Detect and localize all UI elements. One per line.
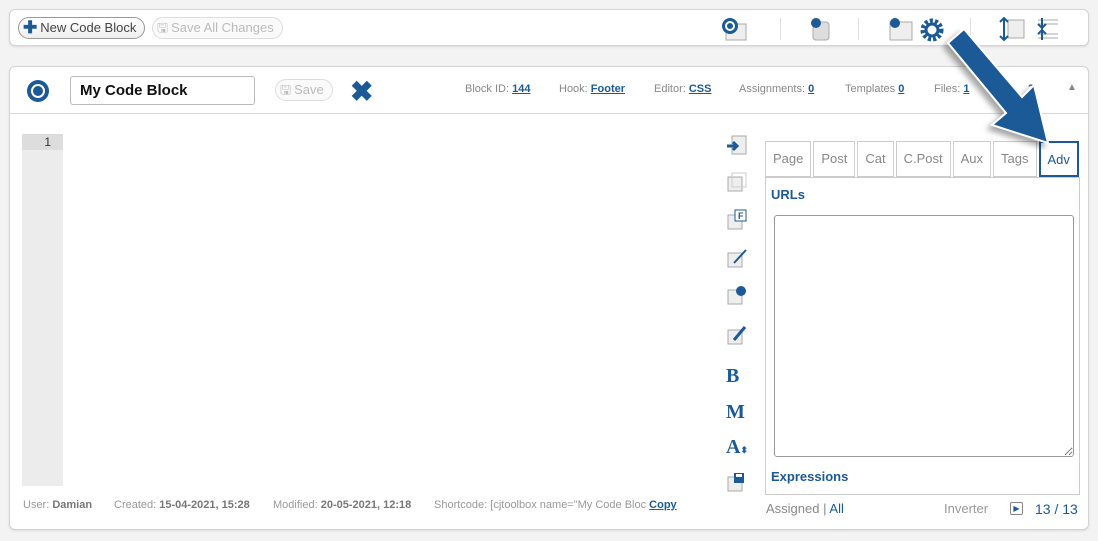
meta-block-id: Block ID: 144 [465,83,531,95]
meta-editor: Editor: CSS [654,83,712,95]
code-block-panel: 🖫Save ✖ Block ID: 144 Hook: Footer Edito… [9,66,1089,530]
svg-text:F: F [738,211,744,221]
tab-page[interactable]: Page [765,141,812,177]
copy-shortcode-link[interactable]: Copy [649,499,677,511]
font-size-icon[interactable]: A⬍ [726,436,748,458]
meta-assignments: Assignments: 0 [739,83,815,95]
block-revision-icon[interactable] [720,16,748,42]
footer-modified: Modified: 20-05-2021, 12:18 [273,499,412,511]
floppy-icon: 🖫 [157,20,169,35]
tab-post[interactable]: Post [813,141,856,177]
block-settings-icon[interactable] [886,16,914,42]
annotation-arrow-icon [946,27,1050,145]
edit-icon[interactable] [726,247,748,269]
mono-icon[interactable]: M [726,401,748,423]
adv-tab-panel: URLs Expressions [765,177,1080,495]
top-toolbar: ✚ New Code Block 🖫 Save All Changes [9,9,1089,46]
delete-icon[interactable]: ✖ [350,75,373,108]
line-gutter: 1 [22,134,63,486]
play-icon[interactable]: ▶ [1010,502,1023,515]
save-all-changes-button[interactable]: 🖫 Save All Changes [152,17,283,39]
new-code-block-button[interactable]: ✚ New Code Block [18,17,146,39]
revision-icon[interactable] [26,79,50,103]
footer-shortcode: Shortcode: [cjtoolbox name="My Code Bloc… [434,499,677,511]
plus-icon: ✚ [23,18,38,37]
assigned-filter: Assigned | All [766,501,844,516]
save-file-icon[interactable] [726,471,748,493]
bold-icon[interactable]: B [726,365,748,387]
assignment-count: 13 / 13 [1035,501,1078,517]
footer-created: Created: 15-04-2021, 15:28 [114,499,250,511]
expressions-label[interactable]: Expressions [771,469,848,484]
meta-templates: Templates 0 [845,83,905,95]
inverter-label[interactable]: Inverter [944,501,988,516]
footer-user: User: Damian [23,499,93,511]
copy-icon[interactable] [726,171,748,193]
line-number: 1 [22,134,63,150]
brush-icon[interactable] [726,324,748,346]
floppy-icon: 🖫 [280,82,292,97]
meta-hook: Hook: Footer [559,83,626,95]
block-header: 🖫Save ✖ Block ID: 144 Hook: Footer Edito… [10,67,1088,114]
urls-label: URLs [771,187,805,202]
urls-textarea[interactable] [774,215,1074,457]
code-editor[interactable] [63,134,713,486]
insert-icon[interactable] [726,134,748,156]
gear-settings-icon[interactable] [726,284,748,306]
format-icon[interactable]: F [726,209,748,231]
gear-page-icon[interactable] [807,16,835,42]
tab-cat[interactable]: Cat [857,141,894,177]
block-name-input[interactable] [70,76,255,105]
collapse-toggle[interactable]: ▲ [1067,82,1077,93]
save-button[interactable]: 🖫 Save [275,79,333,101]
